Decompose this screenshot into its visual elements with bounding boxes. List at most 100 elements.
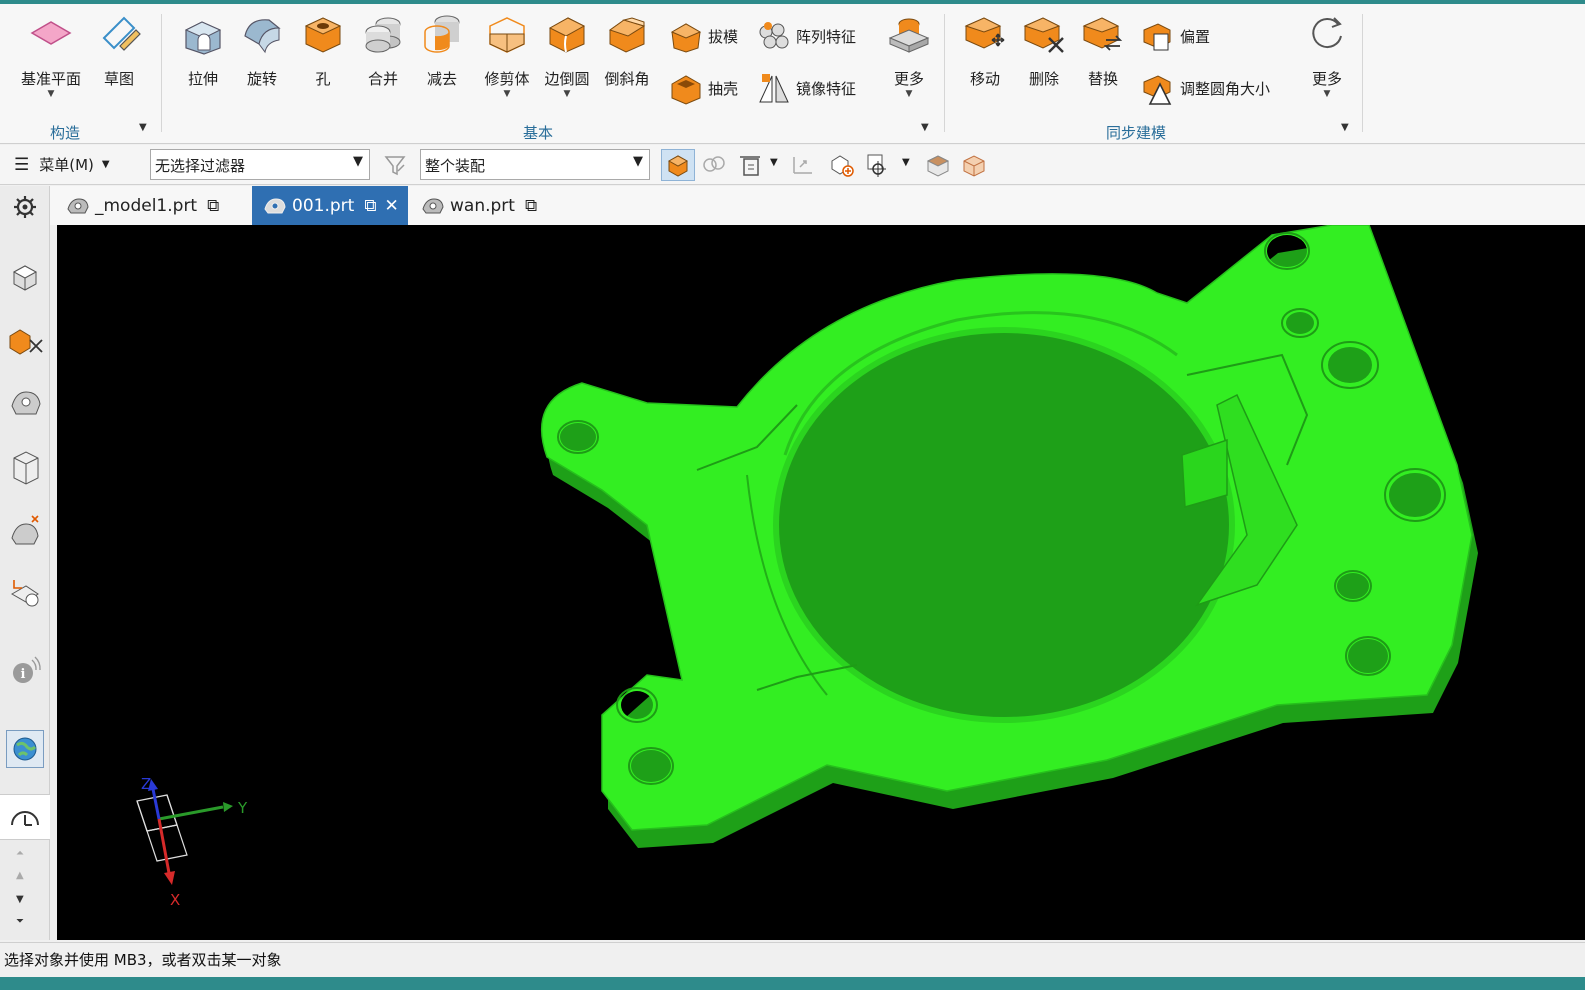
chevron-down-icon[interactable]: ▼ (878, 89, 940, 99)
add-selection-icon[interactable] (828, 151, 856, 179)
info-icon[interactable]: i (6, 652, 44, 690)
scroll-down-small-icon[interactable]: ▼ (16, 894, 24, 905)
open-external-icon[interactable]: ⧉ (207, 196, 219, 216)
chevron-down-icon: ▼ (633, 154, 643, 169)
scroll-up-small-icon[interactable]: ▲ (16, 870, 24, 881)
sync-group-dropdown[interactable]: ▼ (1341, 122, 1349, 133)
construct-group-label: 构造 (50, 124, 81, 142)
chevron-down-icon: ▼ (101, 159, 110, 170)
menu-button[interactable]: ☰ 菜单(M) ▼ (14, 154, 110, 175)
sketch-button[interactable]: 草图 (88, 10, 150, 89)
menu-label: 菜单(M) (39, 156, 94, 174)
model-view[interactable] (57, 225, 1585, 940)
reuse-library-icon[interactable] (6, 448, 44, 486)
selection-mode-icon[interactable] (738, 151, 766, 179)
chevron-down-icon[interactable]: ▼ (476, 89, 538, 99)
web-browser-button[interactable] (6, 730, 44, 768)
trim-body-button[interactable]: 修剪体 ▼ (476, 10, 538, 99)
view-triad[interactable] (127, 773, 267, 913)
scroll-down-icon[interactable]: ⏷ (16, 916, 24, 927)
window-bottom-strip (0, 977, 1585, 990)
wireframe-display-icon[interactable] (924, 151, 952, 179)
offset-region-button[interactable]: 偏置 (1140, 16, 1210, 56)
draft-label: 拔模 (708, 27, 739, 46)
subtract-button[interactable]: 减去 (411, 10, 473, 89)
basic-group-label: 基本 (523, 124, 554, 142)
chamfer-icon (608, 17, 646, 53)
shell-icon (671, 75, 701, 105)
mirror-feature-label: 镜像特征 (796, 79, 857, 98)
hamburger-icon: ☰ (14, 154, 30, 175)
bracket-part-body[interactable] (540, 225, 1473, 831)
hole-button[interactable]: 孔 (292, 10, 354, 89)
close-icon[interactable]: ✕ (384, 196, 398, 216)
selection-scope-value: 整个装配 (425, 157, 486, 175)
revolve-button[interactable]: 旋转 (231, 10, 293, 89)
open-external-icon[interactable]: ⧉ (364, 196, 376, 216)
tab-001[interactable]: 001.prt ⧉ ✕ (252, 186, 408, 225)
basic-group-dropdown[interactable]: ▼ (921, 122, 929, 133)
history-icon[interactable] (6, 512, 44, 550)
delete-face-button[interactable]: 删除 (1013, 10, 1075, 89)
edge-blend-icon (548, 17, 586, 53)
gear-icon[interactable] (6, 188, 44, 226)
graphics-window[interactable]: Y Z X (57, 225, 1585, 940)
datum-plane-button[interactable]: 基准平面 ▼ (18, 10, 84, 99)
unite-button[interactable]: 合并 (352, 10, 414, 89)
reset-filter-icon[interactable] (382, 151, 410, 179)
chamfer-button[interactable]: 倒斜角 (596, 10, 658, 89)
chevron-down-icon[interactable]: ▼ (770, 157, 778, 168)
select-features-toggle[interactable] (661, 149, 695, 181)
chevron-down-icon[interactable]: ▼ (18, 89, 84, 99)
svg-text:i: i (21, 667, 26, 682)
snap-point-icon[interactable] (700, 151, 728, 179)
assembly-navigator-icon[interactable] (6, 258, 44, 296)
move-face-button[interactable]: 移动 (954, 10, 1016, 89)
replace-face-label: 替换 (1087, 70, 1118, 88)
selection-scope-select[interactable]: 整个装配 ▼ (420, 149, 650, 180)
resize-blend-label: 调整圆角大小 (1180, 79, 1271, 98)
offset-region-label: 偏置 (1180, 27, 1211, 46)
basic-more-button[interactable]: 更多 ▼ (878, 10, 940, 99)
shaded-display-icon[interactable] (960, 151, 988, 179)
mirror-feature-button[interactable]: 镜像特征 (756, 68, 856, 108)
selection-filter-select[interactable]: 无选择过滤器 ▼ (150, 149, 370, 180)
point-select-icon[interactable] (864, 151, 892, 179)
y-axis (158, 805, 224, 821)
mirror-feature-icon (759, 74, 789, 103)
chevron-down-icon[interactable]: ▼ (536, 89, 598, 99)
shell-button[interactable]: 抽壳 (668, 68, 738, 108)
trim-body-label: 修剪体 (484, 70, 530, 88)
extrude-label: 拉伸 (187, 70, 218, 88)
part-file-icon (422, 197, 444, 213)
constraint-navigator-icon[interactable] (6, 322, 44, 360)
sketch-label: 草图 (103, 70, 134, 88)
chevron-down-icon[interactable]: ▼ (902, 157, 910, 168)
sync-more-button[interactable]: 更多 ▼ (1296, 10, 1358, 99)
triad-x-label: X (170, 891, 181, 909)
open-external-icon[interactable]: ⧉ (525, 196, 537, 216)
history-mode-button[interactable] (0, 794, 50, 840)
edge-blend-button[interactable]: 边倒圆 ▼ (536, 10, 598, 99)
scroll-up-icon[interactable]: ⏶ (16, 848, 24, 859)
shell-label: 抽壳 (708, 79, 739, 98)
extrude-button[interactable]: 拉伸 (172, 10, 234, 89)
pattern-feature-label: 阵列特征 (796, 27, 857, 46)
chevron-down-icon[interactable]: ▼ (1296, 89, 1358, 99)
replace-face-button[interactable]: 替换 (1072, 10, 1134, 89)
pattern-feature-button[interactable]: 阵列特征 (756, 16, 856, 56)
construct-group-dropdown[interactable]: ▼ (139, 122, 147, 133)
roles-icon[interactable] (6, 574, 44, 612)
part-navigator-icon[interactable] (6, 384, 44, 422)
unite-label: 合并 (367, 70, 398, 88)
sync-more-label: 更多 (1311, 70, 1342, 88)
resource-bar: i ⏶ ▲ ▼ ⏷ (0, 186, 50, 940)
tab-model1[interactable]: _model1.prt ⧉ (55, 186, 250, 225)
move-face-icon (964, 17, 1005, 49)
subtract-icon (424, 15, 460, 53)
part-file-icon (67, 197, 89, 213)
resize-blend-button[interactable]: 调整圆角大小 (1140, 68, 1270, 108)
draft-button[interactable]: 拔模 (668, 16, 738, 56)
snap-mode-icon[interactable] (790, 151, 818, 179)
tab-wan[interactable]: wan.prt ⧉ (410, 186, 560, 225)
